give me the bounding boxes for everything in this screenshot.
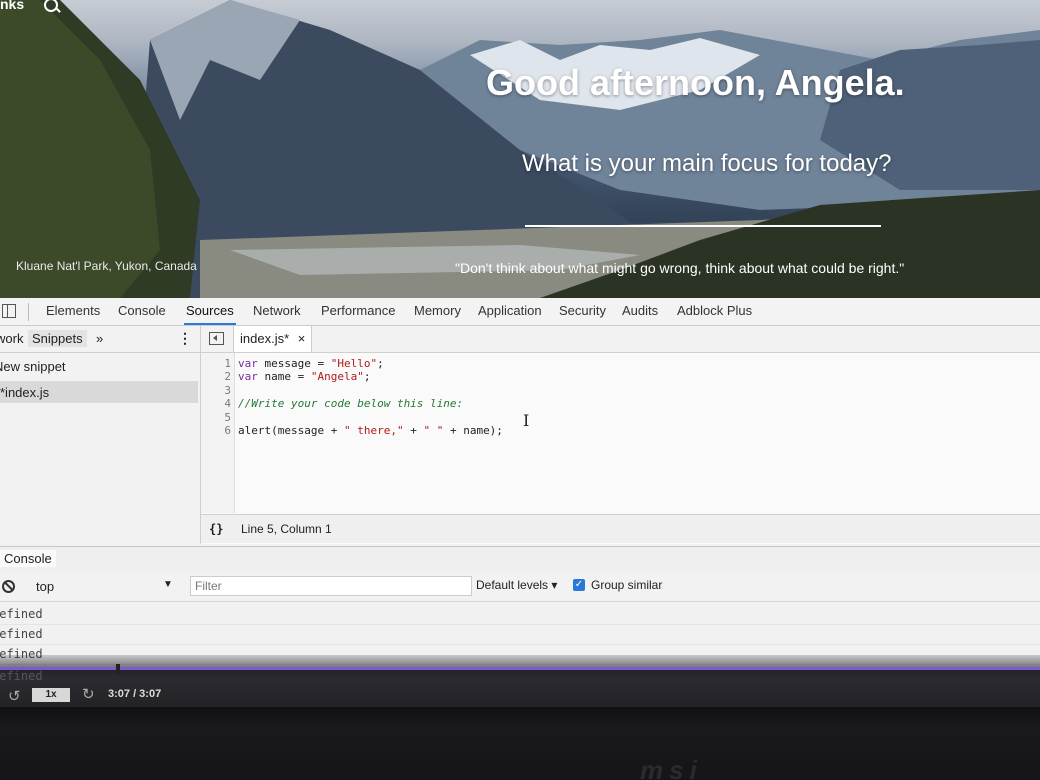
daily-quote: "Don't think about what might go wrong, … — [455, 260, 905, 276]
forward-icon[interactable]: ↻ — [82, 685, 95, 703]
tab-console[interactable]: Console — [118, 303, 166, 318]
line-number: 5 — [224, 411, 231, 424]
devtools-panel: Elements Console Sources Network Perform… — [0, 298, 1040, 670]
console-message: defined — [0, 605, 1040, 625]
snippet-item-label: *index.js — [0, 385, 50, 400]
laptop-logo: msi — [640, 755, 703, 780]
line-number: 1 — [224, 357, 231, 370]
dropdown-arrow-icon[interactable]: ▼ — [163, 579, 173, 590]
navigator-tabs: work Snippets » ⋮ — [0, 326, 200, 353]
line-gutter: 1 2 3 4 5 6 — [201, 353, 235, 513]
tab-application[interactable]: Application — [478, 303, 542, 318]
code-editor: index.js* × 1 2 3 4 5 6 var message = "H… — [201, 326, 1040, 544]
more-tabs-icon[interactable]: » — [96, 331, 103, 346]
mountain-landscape — [0, 0, 1040, 298]
close-tab-icon[interactable]: × — [298, 331, 306, 346]
focus-input[interactable] — [525, 225, 881, 227]
tab-audits[interactable]: Audits — [622, 303, 658, 318]
toggle-navigator-icon[interactable] — [209, 332, 224, 345]
snippet-item-index[interactable]: *index.js — [0, 381, 198, 403]
group-similar-label: Group similar — [591, 578, 663, 592]
file-tab-label: index.js* — [240, 331, 290, 346]
links-label[interactable]: nks — [0, 0, 24, 12]
new-tab-background: nks Good afternoon, Angela. What is your… — [0, 0, 1040, 298]
tab-security[interactable]: Security — [559, 303, 606, 318]
text-cursor-icon: I — [523, 411, 530, 430]
code-line-6[interactable]: alert(message + " there," + " " + name); — [238, 424, 503, 437]
line-number: 2 — [224, 370, 231, 383]
editor-statusbar: {} Line 5, Column 1 — [201, 514, 1040, 543]
line-number: 3 — [224, 384, 231, 397]
sources-navigator: work Snippets » ⋮ New snippet *index.js — [0, 326, 201, 544]
greeting: Good afternoon, Angela. — [486, 62, 905, 103]
code-line-2[interactable]: var name = "Angela"; — [238, 370, 370, 383]
tab-divider — [28, 303, 29, 321]
context-selector[interactable]: top — [36, 579, 54, 594]
devtools-tabbar: Elements Console Sources Network Perform… — [0, 298, 1040, 326]
tab-adblock-plus[interactable]: Adblock Plus — [677, 303, 752, 318]
code-line-1[interactable]: var message = "Hello"; — [238, 357, 384, 370]
console-message: defined — [0, 625, 1040, 645]
search-icon[interactable] — [44, 0, 58, 12]
pretty-print-icon[interactable]: {} — [209, 522, 223, 536]
group-similar-checkbox[interactable]: ✓ — [573, 579, 585, 591]
navigator-tab-snippets[interactable]: Snippets — [28, 330, 87, 347]
navigator-menu-icon[interactable]: ⋮ — [178, 330, 192, 347]
tab-performance[interactable]: Performance — [321, 303, 395, 318]
laptop-bezel: msi — [0, 707, 1040, 780]
tab-elements[interactable]: Elements — [46, 303, 100, 318]
log-levels-dropdown[interactable]: Default levels ▾ — [476, 578, 557, 592]
clear-console-icon[interactable] — [2, 580, 15, 593]
dock-side-icon[interactable] — [2, 304, 16, 318]
photo-location[interactable]: Kluane Nat'l Park, Yukon, Canada — [16, 259, 197, 273]
cursor-position: Line 5, Column 1 — [241, 522, 332, 536]
line-number: 6 — [224, 424, 231, 437]
drawer-header: Console — [0, 546, 1040, 574]
file-tab-index[interactable]: index.js* × — [233, 326, 313, 352]
speed-button[interactable]: 1x — [32, 688, 70, 702]
drawer-tab-console[interactable]: Console — [0, 550, 56, 567]
focus-question: What is your main focus for today? — [522, 150, 892, 177]
screen-photo: nks Good afternoon, Angela. What is your… — [0, 0, 1040, 780]
tab-memory[interactable]: Memory — [414, 303, 461, 318]
code-line-4[interactable]: //Write your code below this line: — [238, 397, 463, 410]
new-snippet-item[interactable]: New snippet — [0, 359, 66, 374]
console-filter-input[interactable]: Filter — [190, 576, 472, 596]
editor-tabbar: index.js* × — [201, 326, 1040, 353]
progress-marker[interactable] — [116, 664, 120, 674]
video-player-controls: defined ↺ 1x ↻ 3:07 / 3:07 — [0, 655, 1040, 707]
time-display: 3:07 / 3:07 — [108, 688, 162, 700]
progress-bar[interactable] — [0, 667, 1040, 670]
replay-icon[interactable]: ↺ — [8, 687, 21, 705]
tab-sources[interactable]: Sources — [184, 303, 236, 325]
console-toolbar: top ▼ Filter Default levels ▾ ✓ Group si… — [0, 573, 1040, 602]
line-number: 4 — [224, 397, 231, 410]
navigator-tab-network[interactable]: work — [0, 331, 23, 346]
tab-network[interactable]: Network — [253, 303, 301, 318]
